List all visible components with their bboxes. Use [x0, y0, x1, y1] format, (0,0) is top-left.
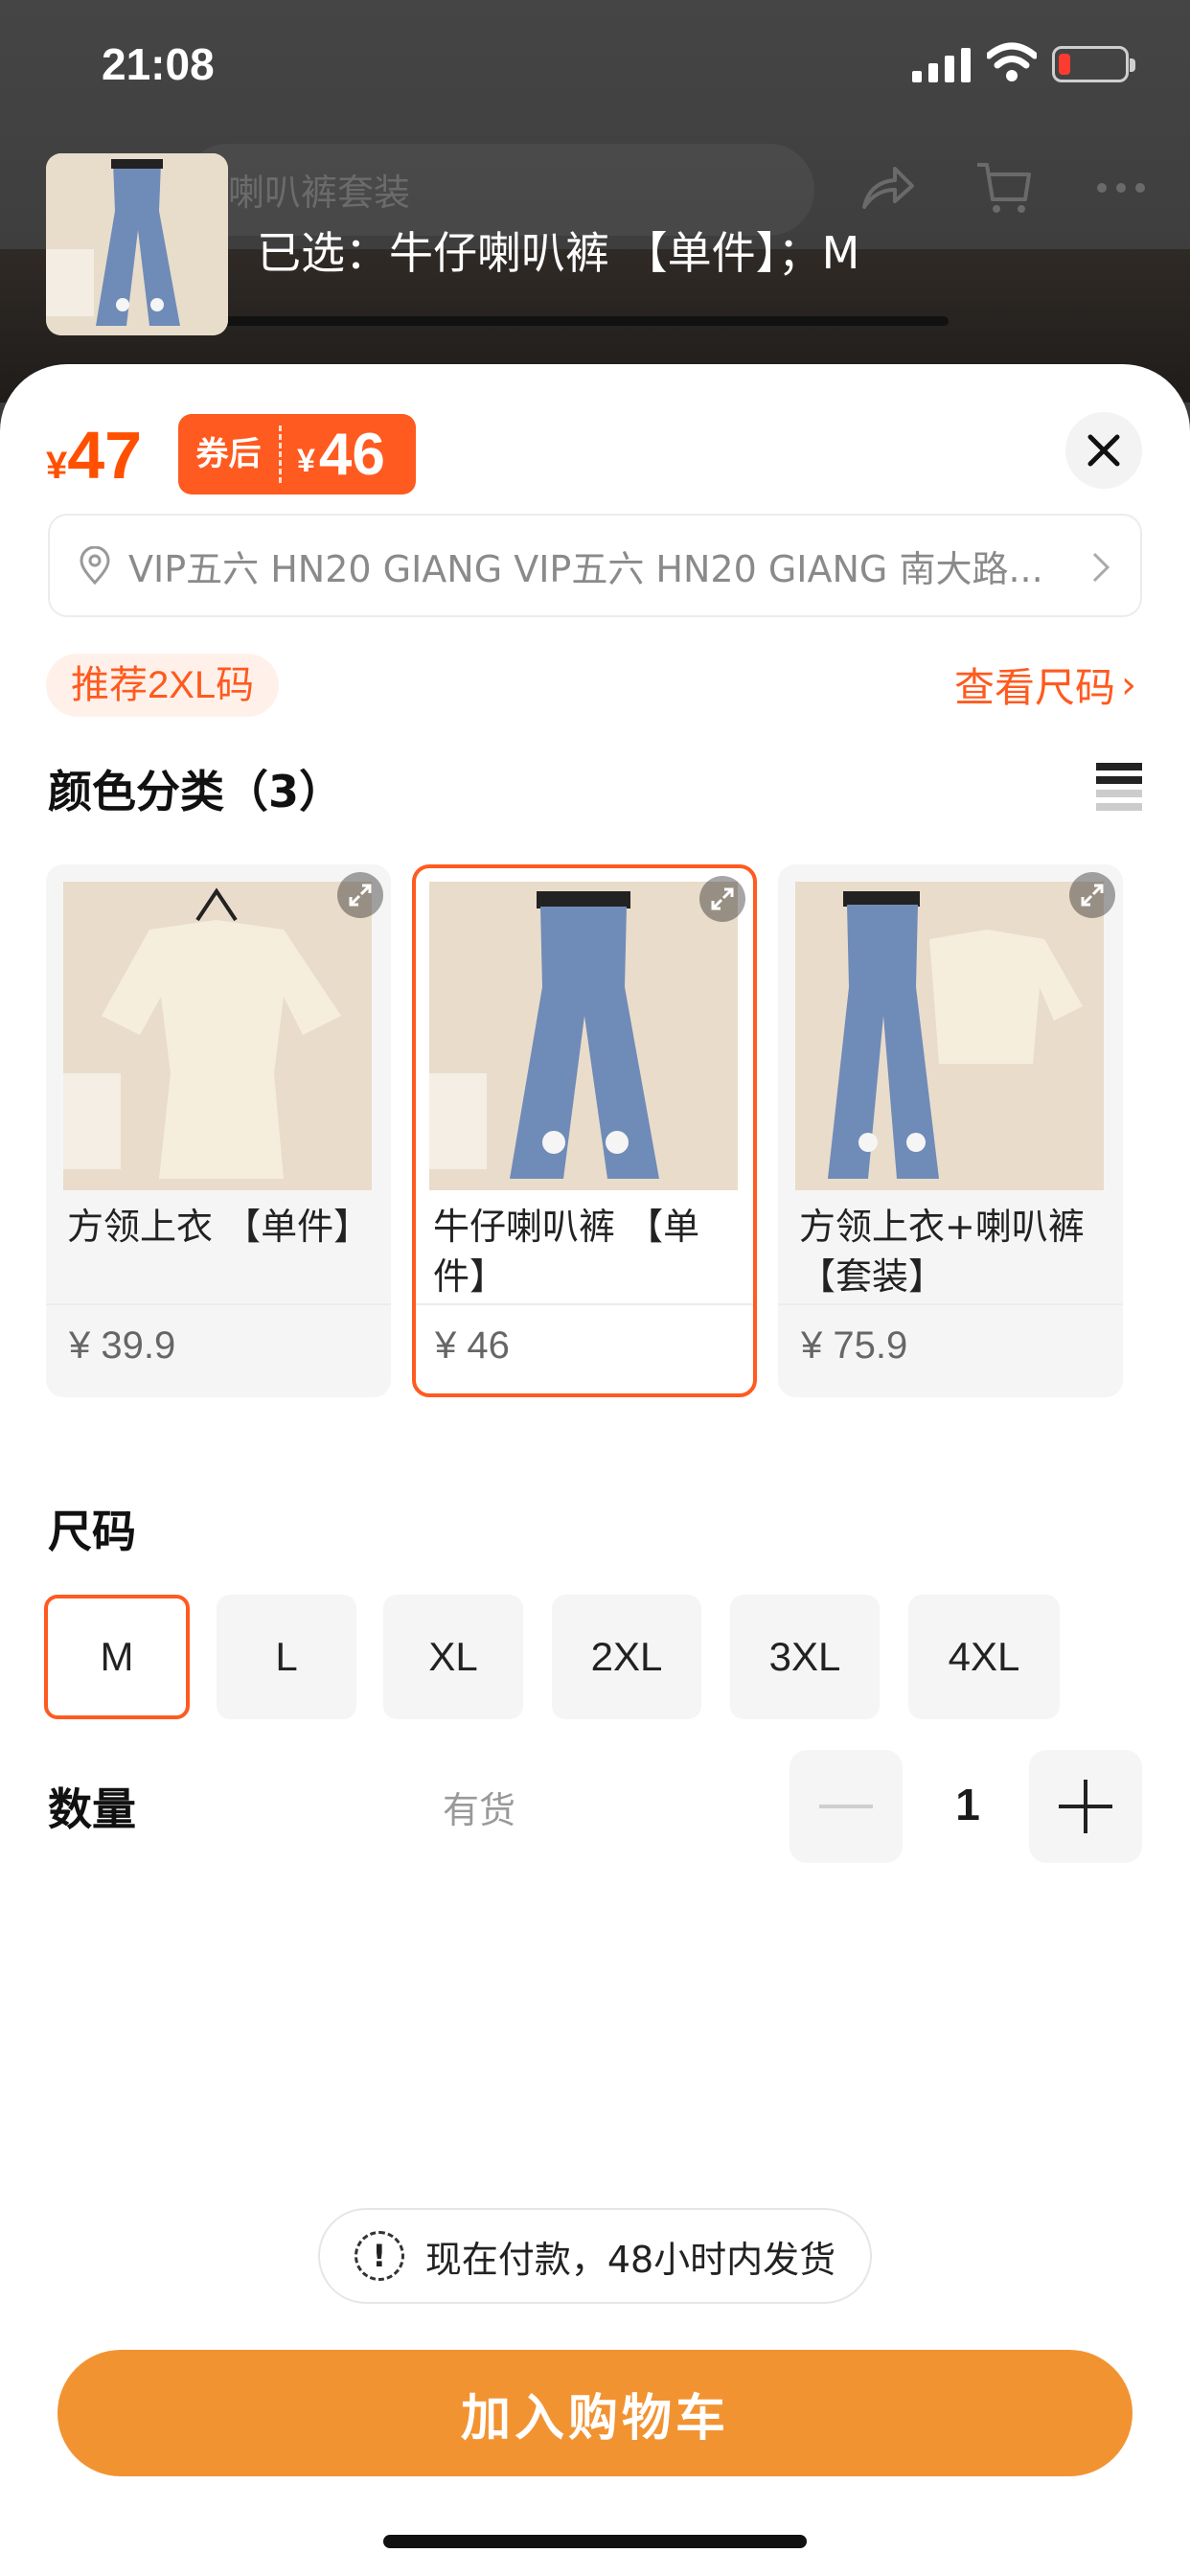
current-price: ¥47 [46, 418, 143, 493]
home-indicator [383, 2535, 807, 2548]
wifi-icon [987, 42, 1037, 81]
coupon-price-badge: 券后 ¥ 46 [178, 414, 416, 494]
expand-icon[interactable] [1069, 872, 1115, 918]
minus-icon [819, 1805, 873, 1808]
quantity-value[interactable]: 1 [929, 1779, 1006, 1830]
color-option-card[interactable]: 方领上衣 【单件】 ¥ 39.9 [46, 864, 391, 1397]
info-icon: ! [354, 2231, 404, 2281]
color-option-price: ¥ 75.9 [801, 1324, 908, 1367]
background-product-title: 喇叭裤套装 [228, 172, 411, 214]
share-icon[interactable] [857, 157, 918, 218]
close-button[interactable] [1065, 412, 1142, 489]
color-section-title: 颜色分类（3） [48, 766, 344, 817]
color-option-name: 方领上衣 【单件】 [67, 1206, 371, 1248]
size-option-l[interactable]: L [217, 1595, 356, 1719]
color-option-price: ¥ 39.9 [69, 1324, 176, 1367]
battery-icon [1052, 46, 1135, 82]
coupon-price: 46 [318, 421, 385, 488]
product-image-jeans [429, 882, 738, 1190]
color-option-name: 牛仔喇叭裤 【单件】 [433, 1206, 700, 1298]
background-rack [220, 316, 949, 326]
expand-icon[interactable] [337, 872, 383, 918]
signal-icon [912, 48, 971, 82]
cart-icon[interactable] [973, 157, 1035, 218]
close-icon [1087, 434, 1120, 467]
status-bar: 21:08 [0, 0, 1190, 125]
color-option-name: 方领上衣+喇叭裤【套装】 [799, 1206, 1085, 1298]
quantity-decrease-button[interactable] [790, 1750, 903, 1863]
status-time: 21:08 [102, 39, 215, 89]
size-option-4xl[interactable]: 4XL [908, 1595, 1060, 1719]
chevron-right-icon [1092, 552, 1110, 583]
list-view-icon[interactable] [1096, 761, 1142, 811]
selected-product-thumbnail [46, 153, 228, 335]
product-image-top [63, 882, 372, 1190]
plus-icon [1059, 1780, 1112, 1833]
chevron-right-icon: › [1121, 662, 1136, 707]
shipping-address-row[interactable]: VIP五六 HN20 GIANG VIP五六 HN20 GIANG 南大路... [48, 514, 1142, 617]
more-icon[interactable] [1090, 157, 1152, 218]
color-option-card-selected[interactable]: 牛仔喇叭裤 【单件】 ¥ 46 [412, 864, 757, 1397]
location-pin-icon [80, 546, 110, 585]
color-option-price: ¥ 46 [435, 1324, 510, 1367]
quantity-label: 数量 [48, 1783, 136, 1835]
size-option-xl[interactable]: XL [383, 1595, 523, 1719]
expand-icon[interactable] [699, 876, 745, 922]
quantity-increase-button[interactable] [1029, 1750, 1142, 1863]
size-section-title: 尺码 [48, 1506, 136, 1557]
size-option-3xl[interactable]: 3XL [730, 1595, 880, 1719]
shipping-address-text: VIP五六 HN20 GIANG VIP五六 HN20 GIANG 南大路... [128, 547, 1043, 590]
add-to-cart-button[interactable]: 加入购物车 [57, 2350, 1133, 2476]
product-image-set [795, 882, 1104, 1190]
size-option-m[interactable]: M [44, 1595, 190, 1719]
size-option-2xl[interactable]: 2XL [552, 1595, 701, 1719]
shipping-notice: ! 现在付款，48小时内发货 [318, 2208, 872, 2304]
recommended-size-badge: 推荐2XL码 [46, 654, 280, 717]
size-guide-link[interactable]: 查看尺码 › [954, 656, 1136, 714]
stock-status: 有货 [443, 1789, 516, 1831]
coupon-label: 券后 [178, 426, 282, 483]
color-option-card[interactable]: 方领上衣+喇叭裤【套装】 ¥ 75.9 [778, 864, 1123, 1397]
selected-variant-label: 已选：牛仔喇叭裤 【单件】；M [257, 227, 860, 279]
